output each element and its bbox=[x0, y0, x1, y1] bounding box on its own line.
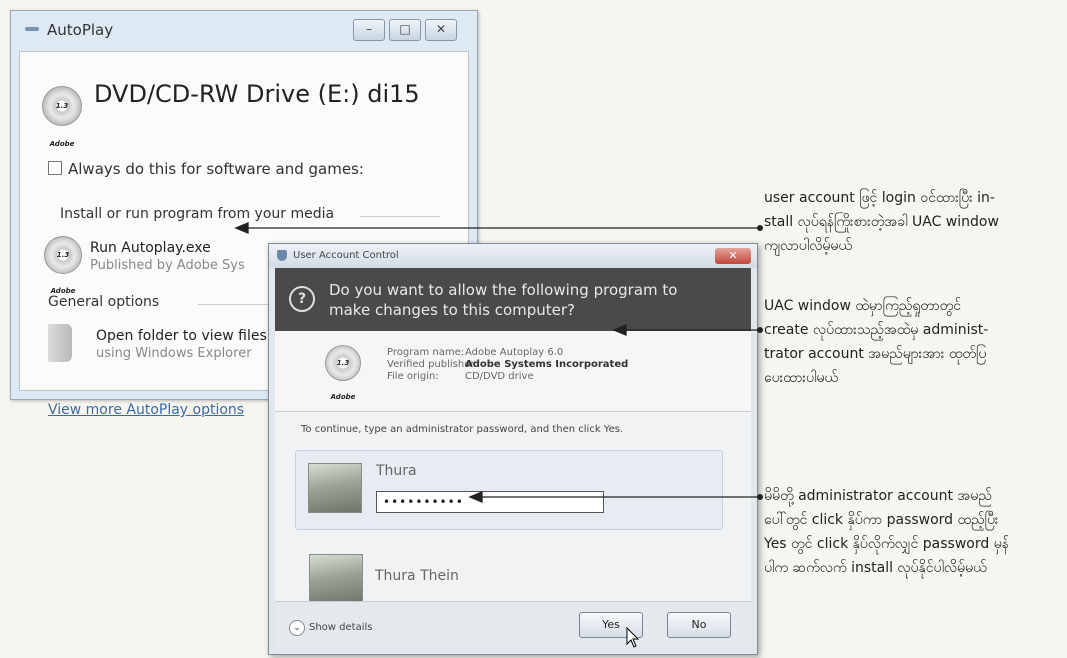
callout-arrowhead-2 bbox=[612, 324, 627, 336]
callout-arrowhead-1 bbox=[234, 222, 249, 234]
annotation-line: stall လုပ်ရန်ကြိုးစားတဲ့အခါ UAC window bbox=[764, 214, 999, 230]
callout-dot-1 bbox=[757, 225, 763, 231]
annotation-line: ပေးထားပါမယ် bbox=[764, 370, 838, 386]
annotation-line: မိမိတို့ administrator account အမည် bbox=[764, 488, 992, 504]
callout-dot-3 bbox=[757, 494, 763, 500]
annotation-line: ပေါ်တွင် click နှိပ်ကာ password ထည့်ပြီး bbox=[764, 512, 999, 528]
annotation-line: Yes တွင် click နှိပ်လိုက်လျှင် password … bbox=[764, 536, 1009, 552]
annotation-line: create လုပ်ထားသည့်အထဲမှ administ- bbox=[764, 322, 989, 338]
callout-arrowhead-3 bbox=[468, 491, 483, 503]
annotation-password-yes: မိမိတို့ administrator account အမည် ပေါ်… bbox=[764, 484, 1064, 580]
annotation-line: UAC window ထဲမှာကြည့်ရှုတာတွင် bbox=[764, 298, 962, 314]
annotation-line: user account ဖြင့် login ဝင်ထားပြီး in- bbox=[764, 190, 995, 206]
callout-dot-2 bbox=[757, 327, 763, 333]
annotation-login-install: user account ဖြင့် login ဝင်ထားပြီး in- … bbox=[764, 186, 1064, 258]
annotation-admin-accounts: UAC window ထဲမှာကြည့်ရှုတာတွင် create လု… bbox=[764, 294, 1064, 390]
annotation-line: trator account အမည်များအား ထုတ်ပြ bbox=[764, 346, 987, 362]
annotation-line: ပါက ဆက်လက် install လုပ်နိုင်ပါလိမ့်မယ် bbox=[764, 560, 987, 576]
annotation-line: ကျလာပါလိမ့်မယ် bbox=[764, 238, 852, 254]
